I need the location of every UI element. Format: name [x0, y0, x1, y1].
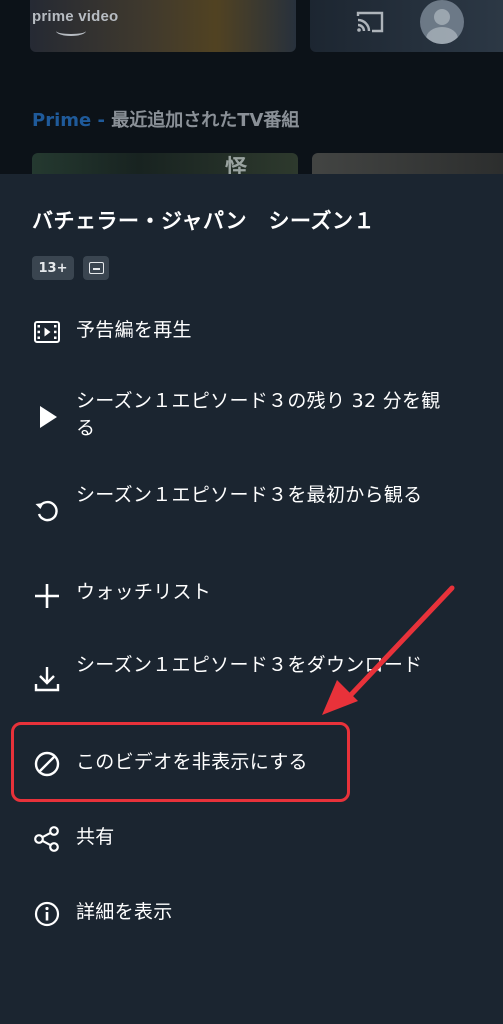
menu-label: シーズン１エピソード３をダウンロード: [76, 654, 423, 676]
menu-label: 詳細を表示: [76, 901, 173, 923]
menu-item-watchlist[interactable]: ウォッチリスト: [32, 579, 472, 609]
row-title: Prime - 最近追加されたTV番組: [32, 110, 300, 131]
hero-banner-thumbnail-secondary: [310, 0, 503, 52]
info-icon: [32, 899, 62, 929]
restart-icon: [32, 496, 62, 526]
content-card[interactable]: [32, 153, 298, 175]
content-card[interactable]: [312, 153, 503, 175]
download-icon: [32, 664, 62, 694]
menu-item-share[interactable]: 共有: [32, 824, 472, 854]
menu-label: ウォッチリスト: [76, 581, 212, 603]
menu-item-play-trailer[interactable]: 予告編を再生: [32, 317, 472, 347]
subtitles-badge: [83, 256, 109, 280]
plus-icon: [32, 581, 62, 611]
menu-item-play-from-start[interactable]: シーズン１エピソード３を最初から観る: [32, 482, 472, 538]
menu-item-resume[interactable]: シーズン１エピソード３の残り 32 分を観る: [32, 388, 472, 444]
menu-label: シーズン１エピソード３を最初から観る: [76, 484, 423, 506]
subtitles-icon: [88, 262, 104, 274]
menu-item-details[interactable]: 詳細を表示: [32, 899, 472, 929]
sheet-title: バチェラー・ジャパン シーズン１: [32, 209, 375, 233]
menu-label: 共有: [76, 826, 115, 848]
cast-icon[interactable]: [355, 10, 385, 34]
play-icon: [32, 402, 62, 432]
highlight-box: [11, 722, 350, 802]
menu-label: シーズン１エピソード３の残り 32 分を観る: [76, 390, 441, 439]
prime-video-logo: prime video: [32, 6, 122, 36]
share-icon: [32, 824, 62, 854]
options-sheet: バチェラー・ジャパン シーズン１ 13+ 予告編を再生 シーズン１エピソード３の…: [0, 174, 503, 1024]
menu-item-download[interactable]: シーズン１エピソード３をダウンロード: [32, 652, 472, 708]
profile-avatar[interactable]: [420, 0, 464, 44]
age-rating-badge: 13+: [32, 256, 74, 280]
menu-label: 予告編を再生: [76, 319, 192, 341]
trailer-icon: [32, 317, 62, 347]
